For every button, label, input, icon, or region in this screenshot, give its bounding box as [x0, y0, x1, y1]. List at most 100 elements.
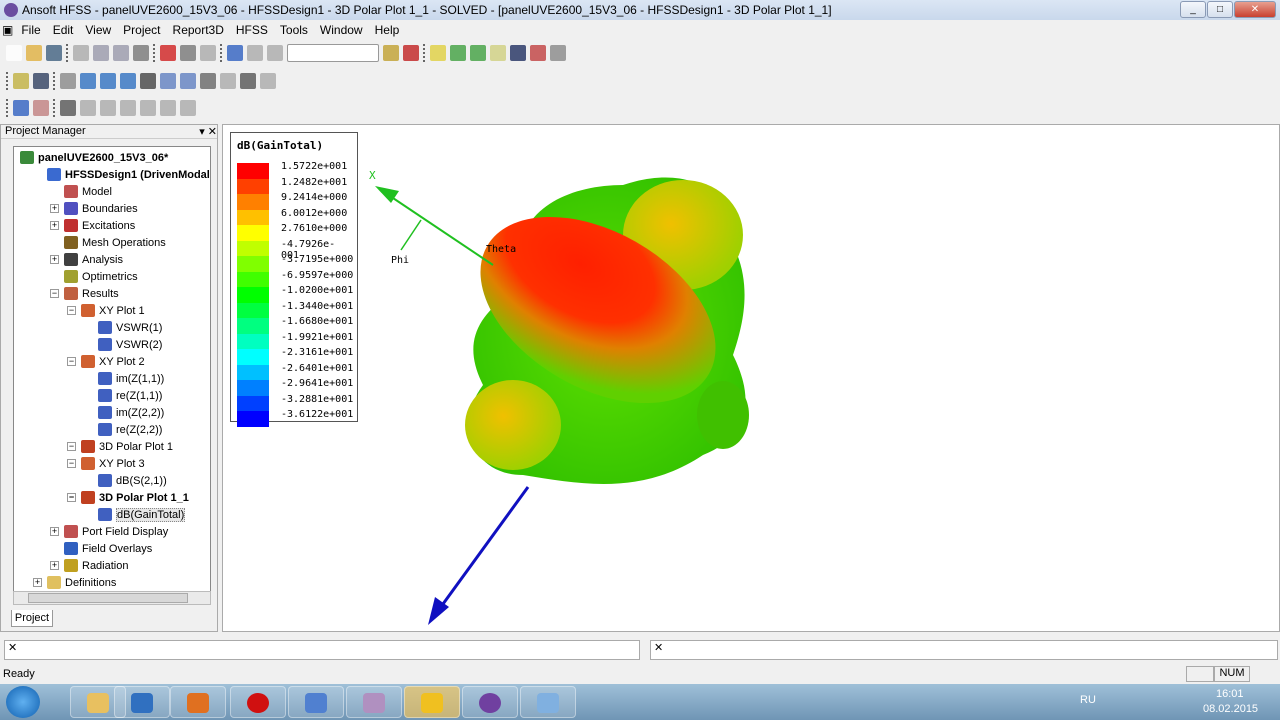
toolbar-button-icon[interactable]	[450, 45, 466, 61]
toolbar-button-icon[interactable]	[180, 100, 196, 116]
toolbar-button-icon[interactable]	[80, 73, 96, 89]
toolbar-button-icon[interactable]	[26, 45, 42, 61]
tree-item[interactable]: + Excitations	[50, 217, 135, 234]
toolbar-button-icon[interactable]	[200, 45, 216, 61]
maximize-button[interactable]: □	[1207, 1, 1233, 18]
tree-item[interactable]: − XY Plot 1	[67, 302, 145, 319]
menu-tools[interactable]: Tools	[274, 23, 314, 37]
menu-view[interactable]: View	[79, 23, 117, 37]
toolbar-button-icon[interactable]	[120, 73, 136, 89]
toolbar-button-icon[interactable]	[227, 45, 243, 61]
taskbar-app[interactable]	[346, 686, 402, 718]
toolbar-button-icon[interactable]	[140, 73, 156, 89]
tree-item[interactable]: Optimetrics	[64, 268, 138, 285]
tree-item[interactable]: + Boundaries	[50, 200, 138, 217]
expand-toggle[interactable]: −	[67, 357, 76, 366]
language-indicator[interactable]: RU	[1080, 694, 1096, 706]
toolbar-button-icon[interactable]	[490, 45, 506, 61]
expand-toggle[interactable]: −	[67, 442, 76, 451]
toolbar-button-icon[interactable]	[33, 73, 49, 89]
toolbar-button-icon[interactable]	[247, 45, 263, 61]
tree-item[interactable]: Field Overlays	[64, 540, 152, 557]
tree-item[interactable]: panelUVE2600_15V3_06*	[20, 149, 168, 166]
toolbar-button-icon[interactable]	[120, 100, 136, 116]
toolbar-button-icon[interactable]	[140, 100, 156, 116]
expand-toggle[interactable]: +	[50, 561, 59, 570]
toolbar-button-icon[interactable]	[13, 100, 29, 116]
toolbar-button-icon[interactable]	[160, 45, 176, 61]
toolbar-grip[interactable]	[66, 44, 69, 62]
clock-time[interactable]: 16:01	[1216, 688, 1244, 700]
tree-item[interactable]: HFSSDesign1 (DrivenModal	[47, 166, 210, 183]
doc-icon[interactable]: ▣	[0, 23, 15, 37]
toolbar-button-icon[interactable]	[160, 73, 176, 89]
menu-file[interactable]: File	[15, 23, 46, 37]
toolbar-grip[interactable]	[220, 44, 223, 62]
toolbar-grip[interactable]	[6, 72, 9, 90]
toolbar-grip[interactable]	[153, 44, 156, 62]
taskbar-paint[interactable]	[520, 686, 576, 718]
tree-item[interactable]: im(Z(2,2))	[98, 404, 164, 421]
toolbar-button-icon[interactable]	[510, 45, 526, 61]
menu-project[interactable]: Project	[117, 23, 166, 37]
tree-item[interactable]: dB(S(2,1))	[98, 472, 167, 489]
toolbar-button-icon[interactable]	[73, 45, 89, 61]
menu-window[interactable]: Window	[314, 23, 369, 37]
toolbar-button-icon[interactable]	[403, 45, 419, 61]
taskbar-warning[interactable]	[404, 686, 460, 718]
toolbar-button-icon[interactable]	[530, 45, 546, 61]
tree-item[interactable]: im(Z(1,1))	[98, 370, 164, 387]
panel-close-button[interactable]: ▾ ✕	[199, 125, 217, 138]
tree-item[interactable]: − XY Plot 2	[67, 353, 145, 370]
expand-toggle[interactable]: −	[50, 289, 59, 298]
toolbar-grip[interactable]	[53, 72, 56, 90]
toolbar-button-icon[interactable]	[60, 73, 76, 89]
tree-item[interactable]: − Results	[50, 285, 119, 302]
menu-edit[interactable]: Edit	[47, 23, 80, 37]
toolbar-button-icon[interactable]	[200, 73, 216, 89]
expand-toggle[interactable]: −	[67, 459, 76, 468]
toolbar-button-icon[interactable]	[113, 45, 129, 61]
toolbar-button-icon[interactable]	[6, 45, 22, 61]
toolbar-button-icon[interactable]	[133, 45, 149, 61]
toolbar-button-icon[interactable]	[260, 73, 276, 89]
expand-toggle[interactable]: +	[33, 578, 42, 587]
toolbar-button-icon[interactable]	[267, 45, 283, 61]
toolbar-combo[interactable]	[287, 44, 379, 62]
minimize-button[interactable]: _	[1180, 1, 1206, 18]
toolbar-button-icon[interactable]	[220, 73, 236, 89]
toolbar-button-icon[interactable]	[383, 45, 399, 61]
tree-item[interactable]: − 3D Polar Plot 1	[67, 438, 173, 455]
tree-item[interactable]: + Radiation	[50, 557, 128, 574]
expand-toggle[interactable]: −	[67, 306, 76, 315]
toolbar-button-icon[interactable]	[33, 100, 49, 116]
clock-date[interactable]: 08.02.2015	[1203, 703, 1258, 715]
message-pane-right[interactable]: ✕	[650, 640, 1278, 660]
expand-toggle[interactable]: +	[50, 204, 59, 213]
toolbar-button-icon[interactable]	[240, 73, 256, 89]
tree-item[interactable]: + Analysis	[50, 251, 123, 268]
tree-item[interactable]: VSWR(1)	[98, 319, 162, 336]
tree-item[interactable]: re(Z(1,1))	[98, 387, 162, 404]
taskbar-mail[interactable]	[288, 686, 344, 718]
toolbar-button-icon[interactable]	[180, 45, 196, 61]
toolbar-grip[interactable]	[53, 99, 56, 117]
tree-item[interactable]: − 3D Polar Plot 1_1	[67, 489, 189, 506]
toolbar-grip[interactable]	[423, 44, 426, 62]
toolbar-button-icon[interactable]	[180, 73, 196, 89]
menu-hfss[interactable]: HFSS	[230, 23, 274, 37]
toolbar-button-icon[interactable]	[80, 100, 96, 116]
toolbar-button-icon[interactable]	[550, 45, 566, 61]
toolbar-button-icon[interactable]	[100, 100, 116, 116]
expand-toggle[interactable]: +	[50, 527, 59, 536]
toolbar-button-icon[interactable]	[160, 100, 176, 116]
expand-toggle[interactable]: +	[50, 255, 59, 264]
tree-item[interactable]: Mesh Operations	[64, 234, 166, 251]
tree-item[interactable]: VSWR(2)	[98, 336, 162, 353]
toolbar-button-icon[interactable]	[430, 45, 446, 61]
tree-item[interactable]: dB(GainTotal)	[98, 506, 186, 523]
toolbar-grip[interactable]	[6, 99, 9, 117]
taskbar-hfss[interactable]	[462, 686, 518, 718]
tree-item[interactable]: Model	[64, 183, 112, 200]
taskbar-player[interactable]	[170, 686, 226, 718]
